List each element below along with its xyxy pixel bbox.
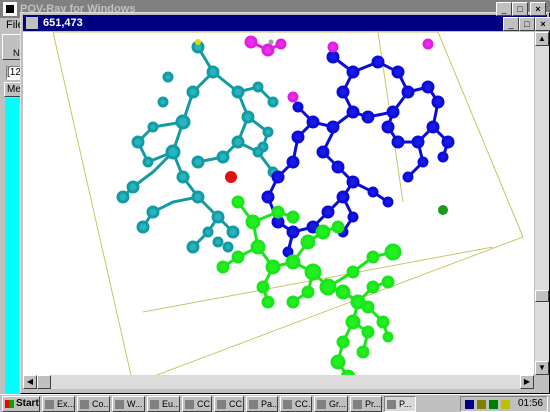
app-maximize-button[interactable]: □ [512,2,528,16]
close-button[interactable]: × [535,17,550,31]
unit-cell-box [52,32,524,385]
render-title-bar[interactable]: 651,473 _ □ × [23,15,550,31]
system-tray: 01:56 [460,396,548,412]
app-close-button[interactable]: × [530,2,546,16]
size-grip[interactable] [535,375,549,389]
task-button[interactable]: Eu... [147,396,180,412]
tray-icon[interactable] [489,400,498,409]
message-pane [5,98,19,394]
task-button[interactable]: Gr... [314,396,348,412]
render-window-title: 651,473 [43,17,83,29]
povray-app-icon[interactable] [3,2,17,16]
task-button[interactable]: CC... [280,396,312,412]
tray-icon[interactable] [477,400,486,409]
app-minimize-button[interactable]: _ [496,2,512,16]
clock[interactable]: 01:56 [518,397,543,411]
maximize-button[interactable]: □ [519,17,535,31]
task-button-active[interactable]: P... [384,396,416,412]
task-button[interactable]: Pr... [350,396,382,412]
vertical-scroll-thumb[interactable] [535,290,549,302]
green-molecule [216,195,448,385]
render-window-icon[interactable] [26,17,38,29]
task-button[interactable]: CC... [214,396,244,412]
red-atom [225,171,237,183]
render-window: 651,473 _ □ × ▲ ▼ ◀ ▶ [20,12,550,394]
scroll-left-button[interactable]: ◀ [23,375,37,389]
task-button[interactable]: Ex... [42,396,75,412]
scroll-down-button[interactable]: ▼ [535,361,549,375]
task-button[interactable]: Co... [77,396,110,412]
network-icon[interactable] [465,400,474,409]
minimize-button[interactable]: _ [503,17,519,31]
scroll-right-button[interactable]: ▶ [520,375,534,389]
grey-atom [268,39,274,45]
start-button[interactable]: Start [2,396,40,412]
render-canvas[interactable] [23,32,534,388]
horizontal-scroll-thumb[interactable] [37,375,51,389]
volume-icon[interactable] [501,400,510,409]
task-button[interactable]: W... [112,396,145,412]
task-button[interactable]: Pa... [246,396,278,412]
blue-molecule [261,50,455,258]
scroll-up-button[interactable]: ▲ [535,32,549,46]
render-horizontal-scrollbar[interactable]: ◀ ▶ [23,375,534,389]
taskbar: Start Ex... Co... W... Eu... CC... CC...… [0,394,550,412]
render-vertical-scrollbar[interactable]: ▲ ▼ [535,32,549,375]
task-button[interactable]: CC... [182,396,212,412]
yellow-atom [195,39,201,45]
molecule-render [52,32,524,385]
